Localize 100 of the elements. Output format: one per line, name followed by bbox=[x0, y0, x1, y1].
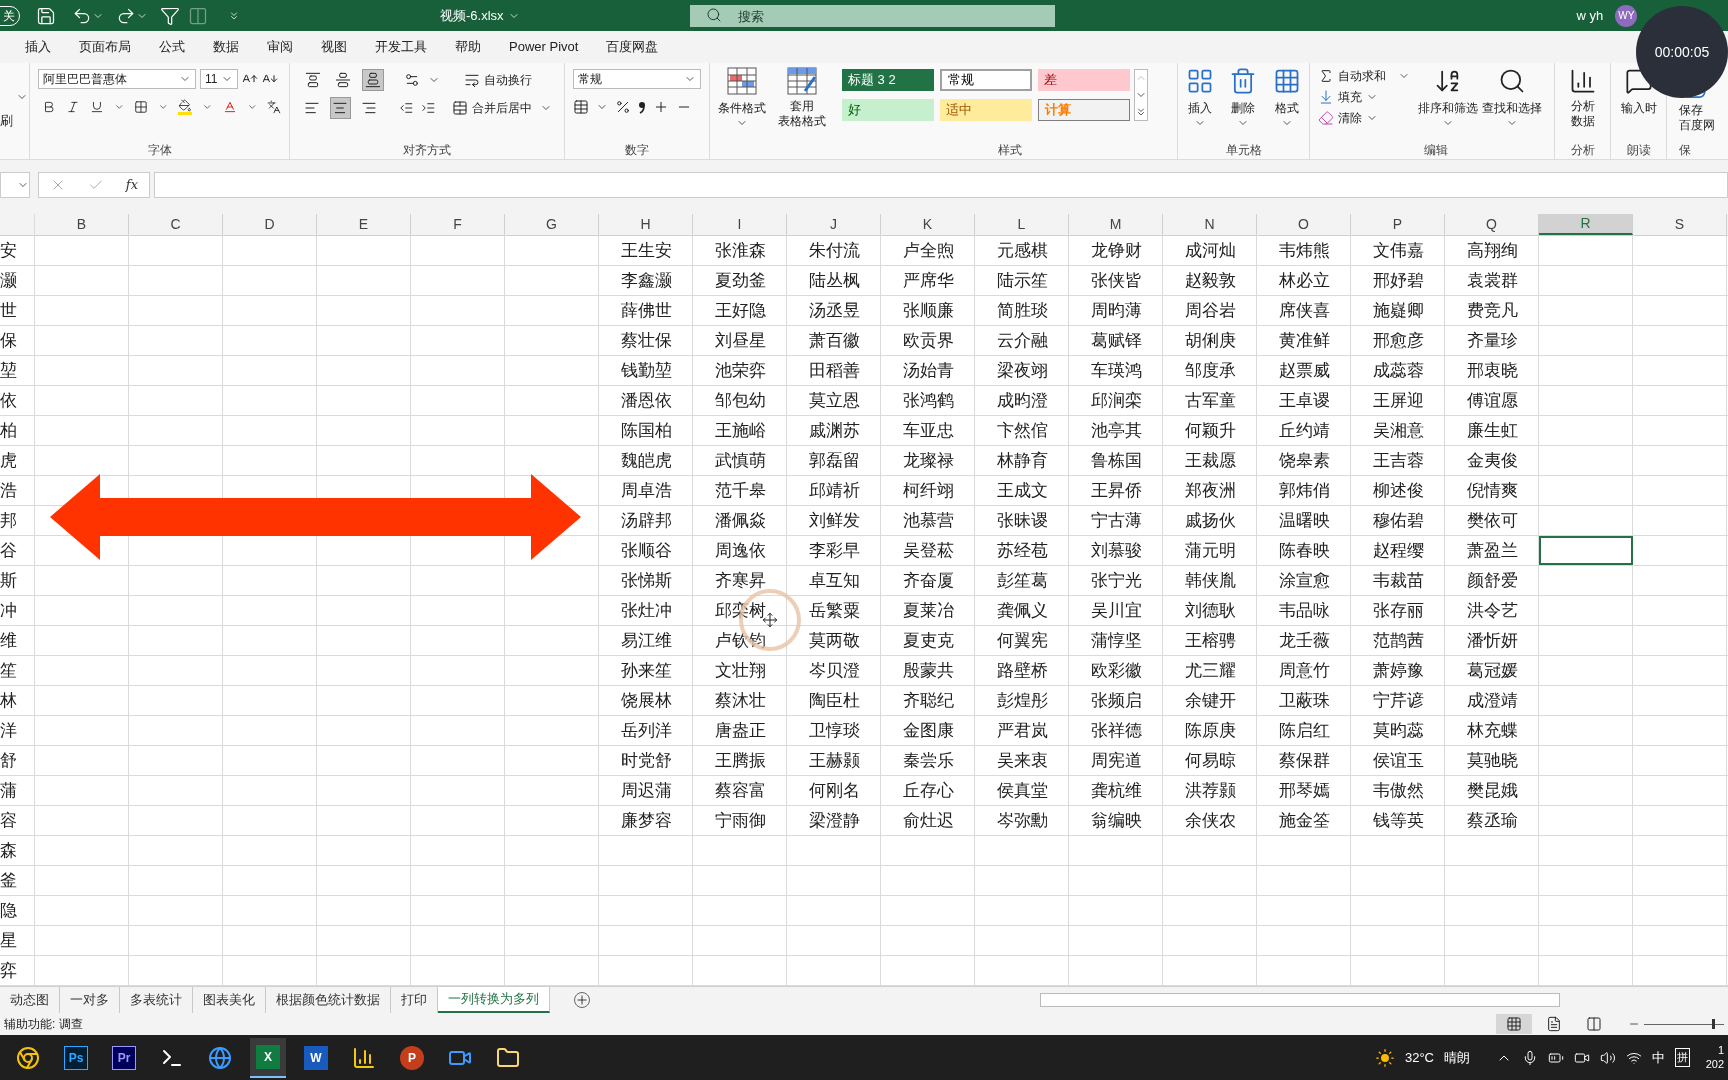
merge-center-button[interactable]: 合并后居中 bbox=[452, 99, 552, 117]
ribbon-tab[interactable]: 开发工具 bbox=[374, 37, 428, 57]
user-name: w yh bbox=[1576, 6, 1604, 25]
ime-mode[interactable]: 中 bbox=[1652, 1047, 1665, 1068]
table-cell-text: 孙来笙 bbox=[620, 659, 672, 682]
table-cell-text: 宁雨御 bbox=[714, 809, 766, 832]
excel-app-icon[interactable]: X bbox=[250, 1037, 286, 1078]
table-cell-text: 吴川宜 bbox=[1090, 599, 1142, 622]
table-cell-text: 森 bbox=[0, 839, 17, 862]
table-cell-text: 陈国柏 bbox=[620, 419, 672, 442]
table-cell-text: 赵毅敦 bbox=[1184, 269, 1236, 292]
sort-filter-button[interactable]: 排序和筛选 bbox=[1418, 67, 1478, 129]
table-cell-text: 蔡丞瑜 bbox=[1466, 809, 1518, 832]
cell-style-option[interactable]: 好 bbox=[842, 99, 934, 121]
ribbon-tab[interactable]: 页面布局 bbox=[78, 37, 132, 57]
ribbon-tab[interactable]: 数据 bbox=[212, 37, 240, 57]
table-cell-text: 周昀薄 bbox=[1090, 299, 1142, 322]
table-cell-text: 侯谊玉 bbox=[1372, 749, 1424, 772]
autosum-button[interactable]: 自动求和 bbox=[1318, 67, 1410, 85]
table-cell-text: 周谷岩 bbox=[1184, 299, 1236, 322]
cells-button[interactable]: 删除 bbox=[1229, 67, 1258, 129]
analyze-data-button[interactable]: 分析 数据 bbox=[1568, 67, 1597, 129]
table-cell-text: 斯 bbox=[0, 569, 17, 592]
cells-button[interactable]: 插入 bbox=[1185, 67, 1214, 129]
search-field[interactable]: 搜索 bbox=[689, 5, 1055, 27]
table-cell-text: 蔡容富 bbox=[714, 779, 766, 802]
table-cell-text: 刘慕骏 bbox=[1090, 539, 1142, 562]
insert-function-button[interactable]: fx bbox=[125, 175, 138, 195]
format-painter-button[interactable]: 刷 bbox=[0, 111, 13, 131]
table-cell-text: 李鑫灏 bbox=[620, 269, 672, 292]
cell-style-option[interactable]: 适中 bbox=[940, 99, 1032, 121]
sheet-tab[interactable]: 一列转换为多列 bbox=[438, 987, 550, 1013]
table-cell-text: 蔡保群 bbox=[1278, 749, 1330, 772]
table-cell-text: 饶皋素 bbox=[1278, 449, 1330, 472]
table-cell-text: 席侠喜 bbox=[1278, 299, 1330, 322]
clock-date[interactable]: 202 bbox=[1705, 1057, 1724, 1072]
column-header[interactable]: R bbox=[1539, 214, 1633, 235]
table-cell-text: 吴来衷 bbox=[996, 749, 1048, 772]
table-cell-text: 成昀澄 bbox=[996, 389, 1048, 412]
table-cell-text: 维 bbox=[0, 629, 17, 652]
cell-style-option[interactable]: 常规 bbox=[940, 69, 1032, 91]
clock-time[interactable]: 1 bbox=[1717, 1043, 1724, 1058]
table-cell-text: 苏经苞 bbox=[996, 539, 1048, 562]
font-name-field[interactable]: 阿里巴巴普惠体 bbox=[38, 69, 196, 89]
table-cell-text: 王生安 bbox=[620, 239, 672, 262]
table-cell-text: 樊依可 bbox=[1466, 509, 1518, 532]
table-cell-text: 龚杭维 bbox=[1090, 779, 1142, 802]
fill-button[interactable]: 填充 bbox=[1318, 88, 1410, 106]
table-cell-text: 周逸依 bbox=[714, 539, 766, 562]
find-select-button[interactable]: 查找和选择 bbox=[1482, 67, 1542, 129]
table-cell-text: 倪情爽 bbox=[1466, 479, 1518, 502]
table-cell-text: 张悌斯 bbox=[620, 569, 672, 592]
table-cell-text: 范鹊茜 bbox=[1372, 629, 1424, 652]
table-cell-text: 韦炜熊 bbox=[1278, 239, 1330, 262]
font-size-field[interactable]: 11 bbox=[200, 69, 238, 89]
table-cell-text: 成河灿 bbox=[1184, 239, 1236, 262]
table-cell-text: 邢衷晓 bbox=[1466, 359, 1518, 382]
table-cell-text: 林 bbox=[0, 689, 17, 712]
table-cell-text: 洪荐颢 bbox=[1184, 779, 1236, 802]
table-cell-text: 朱付流 bbox=[808, 239, 860, 262]
table-cell-text: 岳繁粟 bbox=[808, 599, 860, 622]
table-cell-text: 葛冠媛 bbox=[1466, 659, 1518, 682]
table-cell-text: 卓互知 bbox=[808, 569, 860, 592]
cells-button[interactable]: 格式 bbox=[1273, 67, 1302, 129]
ribbon-tab[interactable]: 百度网盘 bbox=[605, 37, 660, 57]
table-cell-text: 虎 bbox=[0, 449, 17, 472]
table-cell-text: 薛佛世 bbox=[620, 299, 672, 322]
cell-style-option[interactable]: 标题 3 2 bbox=[842, 69, 934, 91]
table-cell-text: 傅谊愿 bbox=[1466, 389, 1518, 412]
table-cell-text: 何颖升 bbox=[1184, 419, 1236, 442]
number-format-field[interactable]: 常规 bbox=[573, 69, 701, 89]
ribbon-tab[interactable]: Power Pivot bbox=[508, 37, 580, 57]
clear-button[interactable]: 清除 bbox=[1318, 109, 1410, 127]
ribbon-tab[interactable]: 帮助 bbox=[454, 37, 482, 57]
weather-condition: 晴朗 bbox=[1444, 1048, 1470, 1067]
table-cell-text: 丘约靖 bbox=[1278, 419, 1330, 442]
ribbon-tab[interactable]: 插入 bbox=[24, 37, 52, 57]
table-cell-text: 洪令艺 bbox=[1466, 599, 1518, 622]
format-as-table-button[interactable]: 套用 表格格式 bbox=[778, 67, 826, 159]
table-cell-text: 云介融 bbox=[996, 329, 1048, 352]
table-cell-text: 金夷俊 bbox=[1466, 449, 1518, 472]
user-avatar[interactable]: WY bbox=[1615, 4, 1638, 27]
table-cell-text: 王好隐 bbox=[714, 299, 766, 322]
ime-layout[interactable]: 拼 bbox=[1675, 1048, 1690, 1067]
table-cell-text: 柯纤翊 bbox=[902, 479, 954, 502]
table-cell-text: 依 bbox=[0, 389, 17, 412]
conditional-format-button[interactable]: 条件格式 bbox=[718, 67, 766, 159]
table-cell-text: 卫蔽珠 bbox=[1278, 689, 1330, 712]
table-cell-text: 张淮森 bbox=[714, 239, 766, 262]
group-label: 朗读 bbox=[1626, 142, 1651, 159]
group-label: 编辑 bbox=[1424, 142, 1448, 159]
wrap-text-button[interactable]: 自动换行 bbox=[464, 71, 532, 89]
ribbon-tab[interactable]: 视图 bbox=[320, 37, 348, 57]
table-cell-text: 胡俐庚 bbox=[1184, 329, 1236, 352]
ribbon-tab[interactable]: 公式 bbox=[158, 37, 186, 57]
table-cell-text: 韩侠胤 bbox=[1184, 569, 1236, 592]
table-cell-text: 严席华 bbox=[902, 269, 954, 292]
table-cell-text: 莫立恩 bbox=[808, 389, 860, 412]
ribbon-tab[interactable]: 审阅 bbox=[266, 37, 294, 57]
cell-style-option[interactable]: 差 bbox=[1038, 69, 1130, 91]
